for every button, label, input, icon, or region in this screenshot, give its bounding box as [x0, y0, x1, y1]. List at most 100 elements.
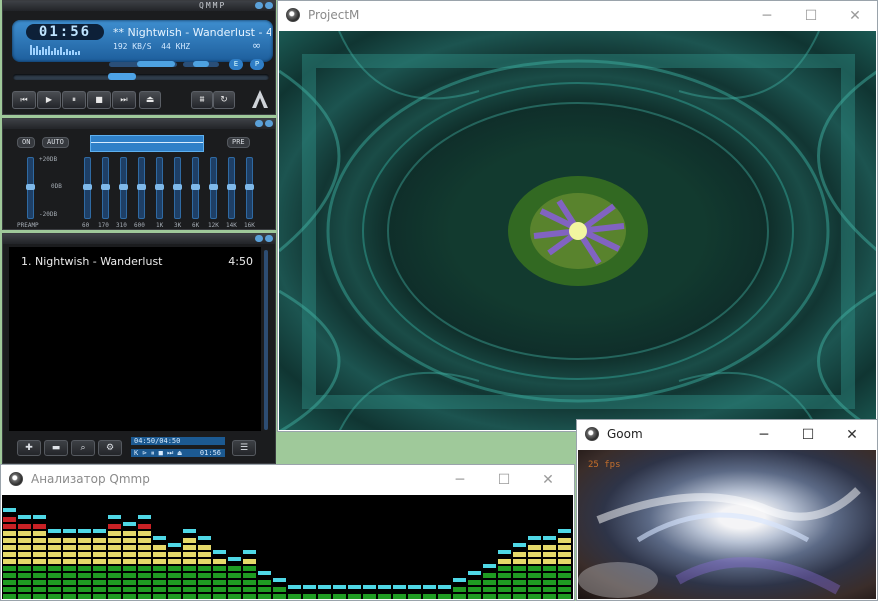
analyzer-peak: [93, 529, 106, 533]
analyzer-peak: [453, 578, 466, 582]
projectm-minimize-button[interactable]: ─: [744, 1, 790, 31]
analyzer-segment: [3, 524, 16, 529]
analyzer-segment: [168, 559, 181, 564]
eq-band-label: 16K: [244, 222, 255, 229]
playlist-mini-controls[interactable]: K ⊳ ⏸ ■ ⏭ ⏏ 01:56: [131, 449, 225, 457]
eq-band-slider[interactable]: [101, 157, 110, 219]
analyzer-close-button[interactable]: ✕: [525, 465, 571, 495]
repeat-button[interactable]: ↻: [213, 91, 235, 109]
play-button[interactable]: ▶: [37, 91, 61, 109]
qmmp-close-button[interactable]: [265, 2, 273, 9]
volume-slider[interactable]: [109, 61, 177, 67]
analyzer-peak: [63, 529, 76, 533]
analyzer-maximize-button[interactable]: ☐: [481, 465, 527, 495]
analyzer-bar: [213, 550, 226, 599]
elapsed-time[interactable]: 01:56: [26, 24, 104, 40]
eq-band-slider[interactable]: [155, 157, 164, 219]
analyzer-segment: [198, 587, 211, 592]
projectm-maximize-button[interactable]: ☐: [788, 1, 834, 31]
analyzer-peak: [258, 571, 271, 575]
analyzer-segment: [543, 545, 556, 550]
goom-maximize-button[interactable]: ☐: [785, 420, 831, 450]
eq-band-slider[interactable]: [191, 157, 200, 219]
analyzer-minimize-button[interactable]: ─: [437, 465, 483, 495]
eq-on-button[interactable]: ON: [17, 137, 36, 148]
balance-slider[interactable]: [183, 61, 219, 67]
playlist-area[interactable]: 1. Nightwish - Wanderlust 4:50: [9, 247, 261, 431]
misc-button[interactable]: ⚙: [98, 440, 122, 456]
analyzer-segment: [513, 594, 526, 599]
eq-band-slider[interactable]: [119, 157, 128, 219]
pause-button[interactable]: ⏸: [62, 91, 86, 109]
qmmp-minimize-button[interactable]: [255, 2, 263, 9]
goom-visualization[interactable]: 25 fps: [578, 450, 876, 599]
analyzer-segment: [3, 594, 16, 599]
playlist-toggle[interactable]: P: [250, 59, 264, 70]
analyzer-segment: [453, 587, 466, 592]
eq-band-slider[interactable]: [83, 157, 92, 219]
eq-band-slider[interactable]: [137, 157, 146, 219]
eq-db-mid: 0DB: [51, 183, 62, 190]
goom-close-button[interactable]: ✕: [829, 420, 875, 450]
eq-band-label: 12K: [208, 222, 219, 229]
add-file-button[interactable]: ✚: [17, 440, 41, 456]
search-button[interactable]: ⌕: [71, 440, 95, 456]
playlist-row-title: 1. Nightwish - Wanderlust: [21, 255, 163, 268]
playlist-titlebar[interactable]: [3, 234, 275, 244]
projectm-visualization[interactable]: [279, 31, 876, 430]
equalizer-toggle[interactable]: E: [229, 59, 243, 70]
shuffle-button[interactable]: ⩩: [191, 91, 213, 109]
analyzer-segment: [3, 573, 16, 578]
eq-band-slider[interactable]: [173, 157, 182, 219]
analyzer-segment: [63, 552, 76, 557]
mini-spectrum[interactable]: [30, 43, 82, 55]
analyzer-segment: [3, 587, 16, 592]
analyzer-peak: [438, 585, 451, 589]
analyzer-peak: [303, 585, 316, 589]
remove-file-button[interactable]: ▬: [44, 440, 68, 456]
seek-knob[interactable]: [108, 73, 136, 80]
projectm-titlebar[interactable]: ProjectM ─ ☐ ✕: [278, 1, 877, 31]
goom-minimize-button[interactable]: ─: [741, 420, 787, 450]
analyzer-bar: [228, 557, 241, 599]
analyzer-segment: [33, 559, 46, 564]
next-button[interactable]: ⏭: [112, 91, 136, 109]
eq-auto-button[interactable]: AUTO: [42, 137, 69, 148]
eq-band-slider[interactable]: [209, 157, 218, 219]
analyzer-bar: [48, 529, 61, 599]
eq-close-button[interactable]: [265, 120, 273, 127]
preamp-slider[interactable]: [26, 157, 35, 219]
eq-band-slider[interactable]: [245, 157, 254, 219]
playlist-scrollbar[interactable]: [264, 250, 268, 430]
playlist-row[interactable]: 1. Nightwish - Wanderlust 4:50: [21, 255, 253, 268]
playlist-menu-button[interactable]: ☰: [232, 440, 256, 456]
analyzer-segment: [558, 538, 571, 543]
analyzer-segment: [123, 559, 136, 564]
analyzer-segment: [18, 552, 31, 557]
analyzer-segment: [108, 580, 121, 585]
stop-button[interactable]: ■: [87, 91, 111, 109]
qmmp-titlebar[interactable]: [3, 1, 275, 11]
pl-minimize-button[interactable]: [255, 235, 263, 242]
eq-minimize-button[interactable]: [255, 120, 263, 127]
analyzer-peak: [168, 543, 181, 547]
analyzer-segment: [63, 594, 76, 599]
eq-presets-button[interactable]: PRE: [227, 137, 250, 148]
goom-titlebar[interactable]: Goom ─ ☐ ✕: [577, 420, 877, 450]
analyzer-segment: [558, 566, 571, 571]
qmmp-equalizer-window: ON AUTO PRE +20DB 0DB -20DB PREAMP 60 17…: [2, 118, 276, 230]
previous-button[interactable]: ⏮: [12, 91, 36, 109]
analyzer-segment: [513, 559, 526, 564]
seek-bar[interactable]: [13, 73, 269, 80]
projectm-close-button[interactable]: ✕: [832, 1, 878, 31]
analyzer-segment: [18, 573, 31, 578]
analyzer-titlebar[interactable]: Анализатор Qmmp ─ ☐ ✕: [1, 465, 574, 495]
pl-close-button[interactable]: [265, 235, 273, 242]
analyzer-peak: [378, 585, 391, 589]
equalizer-titlebar[interactable]: [3, 119, 275, 129]
analyzer-bar: [453, 578, 466, 599]
analyzer-bar: [438, 585, 451, 599]
eject-button[interactable]: ⏏: [139, 91, 161, 109]
analyzer-peak: [138, 515, 151, 519]
eq-band-slider[interactable]: [227, 157, 236, 219]
